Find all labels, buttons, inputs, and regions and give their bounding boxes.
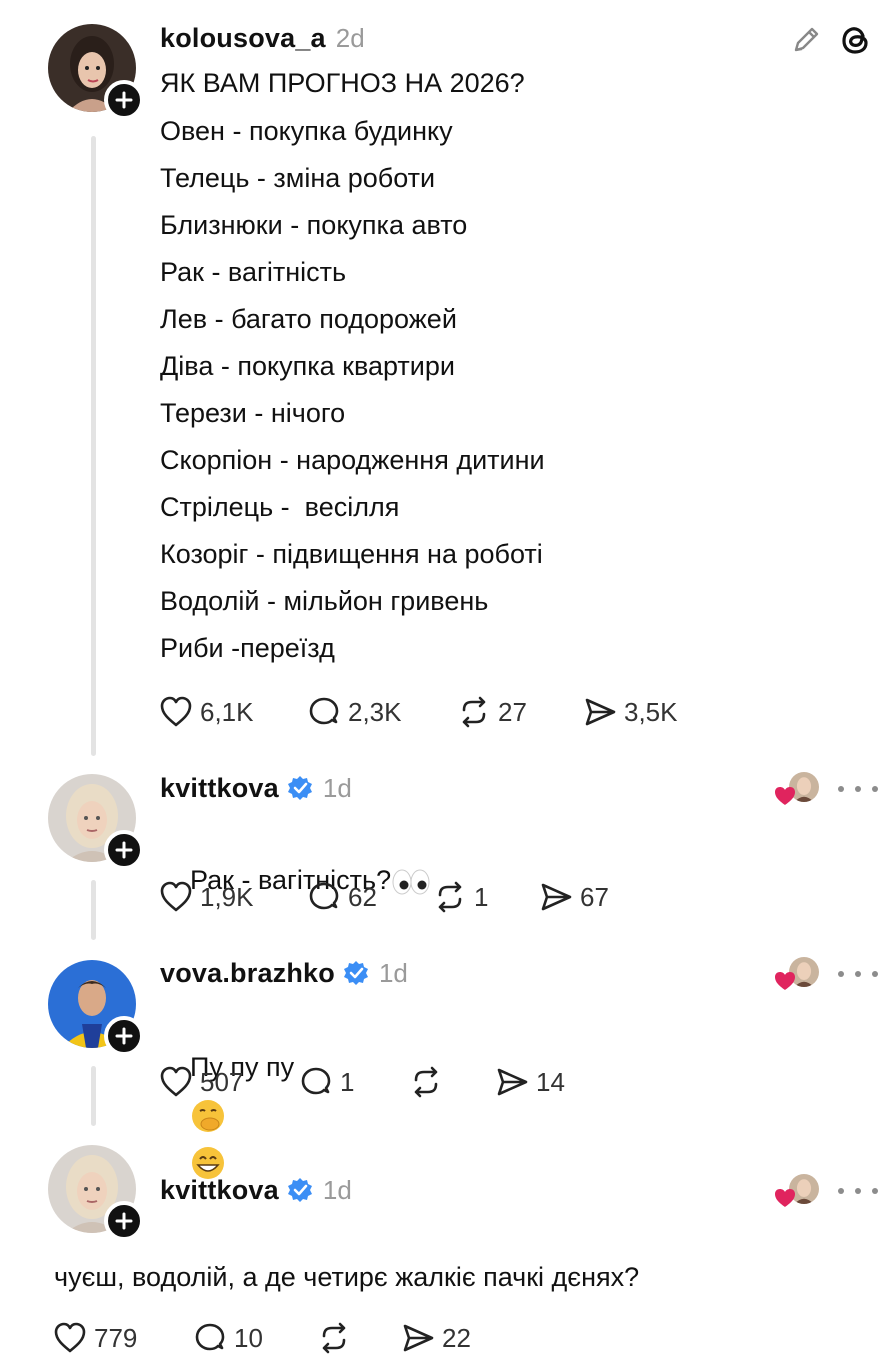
follow-plus-icon[interactable] (104, 1016, 144, 1056)
reply-actions: 507 1 14 (158, 1062, 758, 1102)
author-liked-badge (773, 770, 823, 810)
username[interactable]: kvittkova (160, 1175, 279, 1206)
like-button[interactable]: 1,9K (158, 877, 254, 917)
heart-icon (160, 1066, 192, 1097)
repost-button[interactable] (316, 1318, 358, 1358)
timestamp: 2d (335, 22, 365, 53)
like-count: 507 (200, 1066, 244, 1097)
reply-header: kvittkova 1d (160, 1172, 352, 1208)
post-header: kolousova_a 2d (160, 20, 365, 56)
reply-actions: 779 10 22 (52, 1318, 652, 1358)
repost-button[interactable]: 1 (432, 877, 488, 917)
reply-count: 1 (340, 1066, 355, 1097)
share-count: 67 (580, 881, 609, 912)
reply-button[interactable]: 1 (298, 1062, 354, 1102)
follow-plus-icon[interactable] (104, 80, 144, 120)
share-button[interactable]: 14 (494, 1062, 565, 1102)
post-line: Козоріг - підвищення на роботі (160, 539, 543, 569)
follow-plus-icon[interactable] (104, 830, 144, 870)
share-icon (497, 1068, 528, 1096)
comment-icon (301, 1067, 331, 1095)
repost-icon (462, 696, 486, 728)
threads-logo-icon[interactable] (838, 22, 874, 58)
heart-icon (54, 1322, 86, 1353)
reply-count: 62 (348, 881, 377, 912)
share-count: 22 (442, 1322, 471, 1353)
post-actions: 6,1K 2,3K 27 3,5K (158, 692, 758, 732)
heart-icon (160, 881, 192, 912)
like-count: 1,9K (200, 881, 254, 912)
post-line: Лев - багато подорожей (160, 304, 457, 334)
repost-icon (322, 1322, 346, 1354)
share-button[interactable]: 22 (400, 1318, 471, 1358)
reply-text: чуєш, водолій, а де четирє жалкіє пачкі … (54, 1262, 640, 1292)
heart-icon (775, 972, 795, 990)
like-button[interactable]: 779 (52, 1318, 137, 1358)
verified-icon (343, 961, 368, 985)
comment-icon (309, 697, 339, 725)
timestamp: 1d (322, 772, 352, 803)
share-count: 3,5K (624, 696, 678, 727)
username[interactable]: kolousova_a (160, 23, 326, 54)
share-count: 14 (536, 1066, 565, 1097)
like-count: 6,1K (200, 696, 254, 727)
repost-icon (438, 881, 462, 913)
reply-button[interactable]: 2,3K (306, 692, 402, 732)
heart-icon (160, 696, 192, 727)
thread-line (91, 136, 96, 756)
follow-plus-icon[interactable] (104, 1201, 144, 1241)
timestamp: 1d (322, 1174, 352, 1205)
timestamp: 1d (378, 957, 408, 988)
reply-count: 2,3K (348, 696, 402, 727)
post-line: Овен - покупка будинку (160, 116, 453, 146)
hand-over-mouth-emoji (192, 1099, 225, 1132)
comment-icon (309, 882, 339, 910)
more-icon[interactable] (838, 1176, 878, 1206)
like-count: 779 (94, 1322, 138, 1353)
author-liked-badge (773, 955, 823, 995)
share-icon (403, 1324, 434, 1352)
like-button[interactable]: 6,1K (158, 692, 254, 732)
post-line: Близнюки - покупка авто (160, 210, 468, 240)
reply-header: kvittkova 1d (160, 770, 352, 806)
post-line: Водолій - мільйон гривень (160, 586, 489, 616)
repost-count: 1 (474, 881, 489, 912)
edit-pencil-icon[interactable] (788, 22, 824, 58)
more-icon[interactable] (838, 774, 878, 804)
share-button[interactable]: 3,5K (582, 692, 678, 732)
verified-icon (287, 776, 312, 800)
repost-button[interactable] (408, 1062, 450, 1102)
post-title: ЯК ВАМ ПРОГНОЗ НА 2026? (160, 68, 525, 98)
repost-button[interactable]: 27 (456, 692, 527, 732)
heart-icon (775, 787, 795, 805)
username[interactable]: vova.brazhko (160, 958, 335, 989)
heart-icon (775, 1189, 795, 1207)
thread-line (91, 1066, 96, 1126)
post-line: Скорпіон - народження дитини (160, 445, 545, 475)
post-line: Рак - вагітність (160, 257, 347, 287)
post-line: Терези - нічого (160, 398, 346, 428)
author-liked-badge (773, 1172, 823, 1212)
share-icon (585, 698, 616, 726)
thread-line (91, 880, 96, 940)
verified-icon (287, 1178, 312, 1202)
post-line: Стрілець - весілля (160, 492, 400, 522)
like-button[interactable]: 507 (158, 1062, 243, 1102)
reply-header: vova.brazhko 1d (160, 955, 408, 991)
repost-count: 27 (498, 696, 527, 727)
reply-actions: 1,9K 62 1 67 (158, 877, 758, 917)
post-line: Риби -переїзд (160, 633, 335, 663)
reply-button[interactable]: 62 (306, 877, 377, 917)
reply-button[interactable]: 10 (192, 1318, 263, 1358)
username[interactable]: kvittkova (160, 773, 279, 804)
more-icon[interactable] (838, 959, 878, 989)
post-line: Діва - покупка квартири (160, 351, 455, 381)
share-button[interactable]: 67 (538, 877, 609, 917)
share-icon (541, 883, 572, 911)
repost-icon (414, 1066, 438, 1098)
comment-icon (195, 1323, 225, 1351)
post-line: Телець - зміна роботи (160, 163, 436, 193)
reply-count: 10 (234, 1322, 263, 1353)
